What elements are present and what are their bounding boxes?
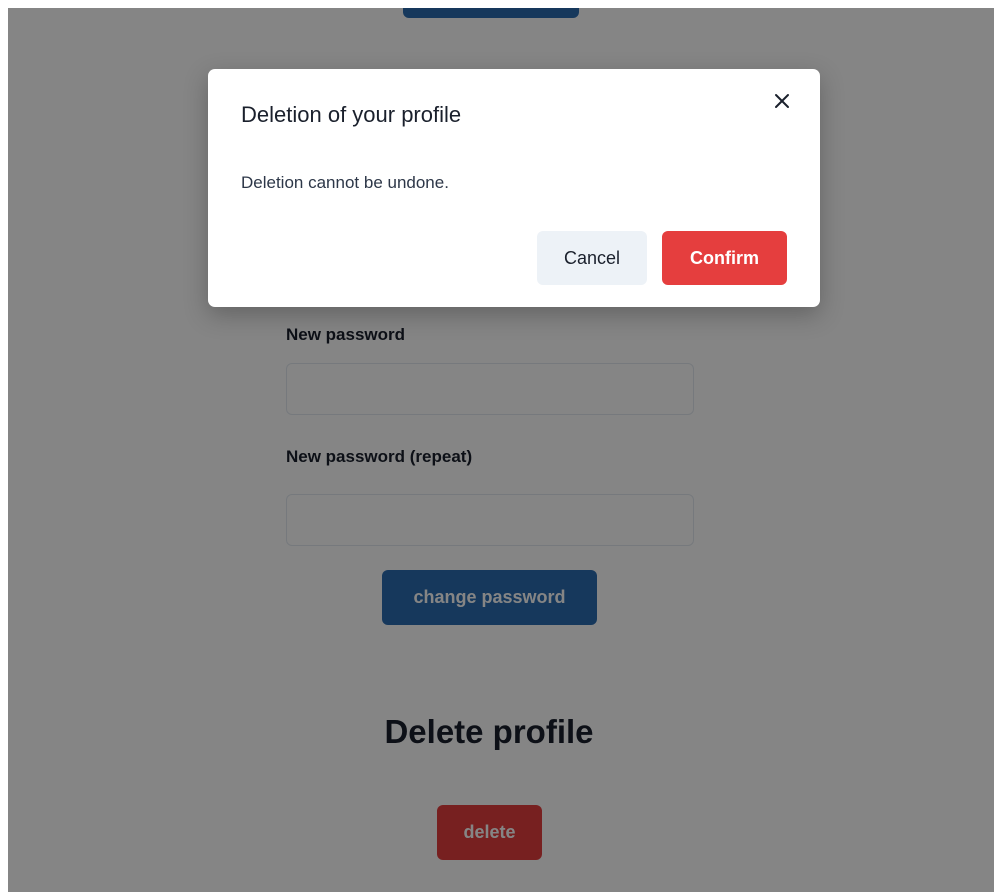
close-icon-graphic	[775, 94, 789, 108]
profile-page: New password New password (repeat) chang…	[8, 8, 994, 892]
dialog-message: Deletion cannot be undone.	[241, 173, 449, 192]
confirm-button[interactable]: Confirm	[662, 231, 787, 285]
close-icon[interactable]	[770, 89, 794, 113]
delete-confirmation-dialog: Deletion of your profile Deletion cannot…	[208, 69, 820, 307]
dialog-title: Deletion of your profile	[241, 102, 462, 127]
cancel-button[interactable]: Cancel	[537, 231, 647, 285]
